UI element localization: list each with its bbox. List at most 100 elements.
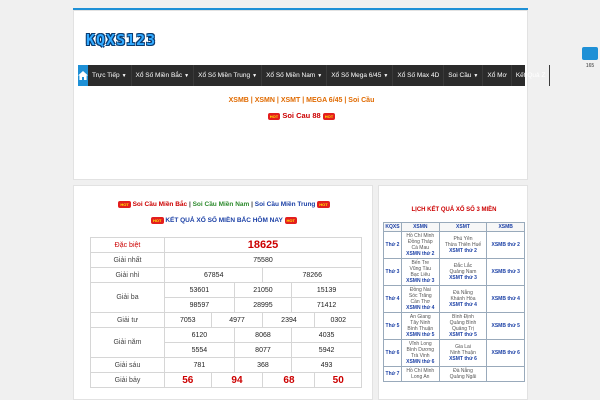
nav-item[interactable]: Xổ Số Miền Nam ▼: [262, 65, 328, 86]
nav-item-label: Kết Quả Z: [515, 72, 546, 79]
schedule-cell-mb: XSMB thứ 6: [486, 339, 525, 367]
schedule-day: Thứ 5: [383, 312, 402, 340]
prize-value: 8077: [233, 342, 293, 358]
results-table: Đặc biệt 18625 Giải nhất 75580 Giải nhì …: [90, 237, 362, 388]
hot-badge: HOT: [118, 201, 131, 208]
nav-item-label: Xổ Số Mega 6/45: [331, 72, 382, 79]
table-row: Đặc biệt 18625: [90, 237, 362, 253]
soicau-mb-link[interactable]: Soi Cầu Miền Bắc: [133, 201, 188, 208]
nav-item[interactable]: Xổ Số Miền Bắc ▼: [132, 65, 195, 86]
prize-value: 98597: [164, 297, 235, 313]
schedule-link[interactable]: XSMT thứ 6: [440, 356, 487, 362]
soicau-links: HOT Soi Cầu Miền Bắc | Soi Cầu Miền Nam …: [118, 201, 330, 209]
caret-down-icon: ▼: [121, 72, 127, 79]
site-logo[interactable]: KQXS123: [86, 31, 156, 49]
schedule-link[interactable]: XSMB thứ 5: [487, 323, 524, 329]
prize-label: Giải tư: [90, 312, 165, 328]
schedule-cell-mt: Đà Nẵng Quảng Ngãi: [438, 366, 488, 382]
schedule-header: XSMN: [401, 222, 440, 232]
nav-item[interactable]: Xổ Số Mega 6/45 ▼: [327, 65, 394, 86]
prize-value: 4977: [210, 312, 264, 328]
sidebar: LỊCH KẾT QUẢ XỔ SỐ 3 MIỀN KQXS XSMN XSMT…: [378, 185, 528, 400]
schedule-cell-mt: Bình Định Quảng Bình Quảng Trị XSMT thứ 5: [438, 312, 488, 340]
quick-link[interactable]: XSMT: [281, 97, 300, 104]
prize-label: Giải ba: [90, 282, 165, 313]
quick-link[interactable]: XSMB: [229, 97, 249, 104]
schedule-day: Thứ 6: [383, 339, 402, 367]
prize-label: Giải năm: [90, 327, 165, 358]
schedule-cell-mn: Đồng Nai Sóc Trăng Cần Thơ XSMN thứ 4: [401, 285, 440, 313]
province-name[interactable]: Long An: [402, 374, 439, 380]
table-row: Giải ba 53601 21050 15139: [90, 282, 362, 313]
share-count: 165: [585, 63, 595, 69]
caret-down-icon: ▼: [252, 72, 258, 79]
promo-text[interactable]: Soi Cau 88: [282, 111, 320, 120]
schedule-row: Thứ 4 Đồng Nai Sóc Trăng Cần Thơ XSMN thứ 4Đ…: [383, 285, 525, 313]
schedule-link[interactable]: XSMT thứ 2: [440, 248, 487, 254]
schedule-day: Thứ 3: [383, 258, 402, 286]
soicau-mn-link[interactable]: Soi Cầu Miền Nam: [193, 201, 250, 208]
nav-item-label: Xổ Số Miền Trung: [198, 72, 251, 79]
prize-label: Giải nhất: [90, 252, 165, 268]
nav-item[interactable]: Xổ Số Max 4D: [393, 65, 445, 86]
nav-item[interactable]: Trực Tiếp ▼: [88, 65, 132, 86]
soicau-mt-link[interactable]: Soi Cầu Miền Trung: [255, 201, 316, 208]
prize-label: Giải nhì: [90, 267, 165, 283]
nav-item-label: Xổ Số Miền Bắc: [135, 72, 183, 79]
table-row: Giải nhất 75580: [90, 252, 362, 268]
hot-badge: HOT: [151, 217, 164, 224]
hot-badge: HOT: [284, 217, 297, 224]
schedule-link[interactable]: XSMN thứ 4: [402, 305, 439, 311]
prize-value: 71412: [291, 297, 362, 313]
nav-item-label: Soi Cầu: [448, 72, 472, 79]
schedule-row: Thứ 3 Bến Tre Vũng Tàu Bạc Liêu XSMN thứ 3 Đắ…: [383, 258, 525, 286]
schedule-link[interactable]: XSMN thứ 5: [402, 332, 439, 338]
home-icon[interactable]: [78, 65, 88, 86]
nav-item[interactable]: Soi Cầu ▼: [444, 65, 484, 86]
schedule-cell-mb: XSMB thứ 5: [486, 312, 525, 340]
caret-down-icon: ▼: [383, 72, 389, 79]
hot-badge: HOT: [267, 112, 281, 120]
share-button[interactable]: [582, 47, 598, 60]
schedule-cell-mn: An Giang Tây Ninh Bình Thuận XSMN thứ 5: [401, 312, 440, 340]
schedule-link[interactable]: XSMB thứ 6: [487, 350, 524, 356]
prize-value: 0302: [314, 312, 362, 328]
quick-links: XSMB | XSMN | XSMT | MEGA 6/45 | Soi Cầu: [228, 97, 375, 104]
schedule-link[interactable]: XSMB thứ 4: [487, 296, 524, 302]
schedule-cell-mb: XSMB thứ 3: [486, 258, 525, 286]
schedule-link[interactable]: XSMN thứ 2: [402, 251, 439, 257]
schedule-header: XSMB: [486, 222, 525, 232]
schedule-link[interactable]: XSMN thứ 3: [402, 278, 439, 284]
prize-value: 67854: [163, 267, 264, 283]
quick-link[interactable]: XSMN: [255, 97, 275, 104]
schedule-link[interactable]: XSMB thứ 3: [487, 269, 524, 275]
nav-item[interactable]: Xổ Mơ: [483, 65, 512, 86]
schedule-cell-mt: Đắc Lắc Quảng Nam XSMT thứ 3: [438, 258, 488, 286]
schedule-cell-mb: XSMB thứ 4: [486, 285, 525, 313]
schedule-cell-mt: Phú Yên Thừa Thiên Huế XSMT thứ 2: [438, 231, 488, 259]
schedule-header: KQXS: [383, 222, 402, 232]
hot-badge: HOT: [322, 112, 336, 120]
schedule-link[interactable]: XSMT thứ 5: [440, 332, 487, 338]
nav-item[interactable]: Kết Quả Z: [512, 65, 551, 86]
nav-items: Trực Tiếp ▼ Xổ Số Miền Bắc ▼ Xổ Số Miền Trun…: [88, 65, 551, 86]
promo-banner[interactable]: HOT Soi Cau 88 HOT: [74, 111, 529, 120]
table-row: Giải sáu 781 368 493: [90, 357, 362, 373]
province-name[interactable]: Quảng Ngãi: [440, 374, 487, 380]
prize-value-g7: 68: [262, 372, 316, 388]
schedule-link[interactable]: XSMB thứ 2: [487, 242, 524, 248]
schedule-header-row: KQXS XSMN XSMT XSMB: [383, 222, 525, 232]
caret-down-icon: ▼: [473, 72, 479, 79]
prize-value-g7: 56: [164, 372, 212, 388]
quick-link[interactable]: MEGA 6/45: [306, 97, 342, 104]
schedule-link[interactable]: XSMT thứ 4: [440, 302, 487, 308]
prize-value: 368: [233, 357, 293, 373]
nav-item-label: Xổ Số Miền Nam: [266, 72, 316, 79]
nav-item[interactable]: Xổ Số Miền Trung ▼: [194, 65, 263, 86]
nav-item-label: Xổ Mơ: [487, 72, 507, 79]
prize-value: 6120: [164, 327, 235, 343]
results-title-text[interactable]: KẾT QUẢ XỔ SỐ MIỀN BẮC HÔM NAY: [165, 217, 282, 224]
schedule-link[interactable]: XSMN thứ 6: [402, 359, 439, 365]
schedule-link[interactable]: XSMT thứ 3: [440, 275, 487, 281]
quick-link[interactable]: Soi Cầu: [348, 97, 374, 104]
